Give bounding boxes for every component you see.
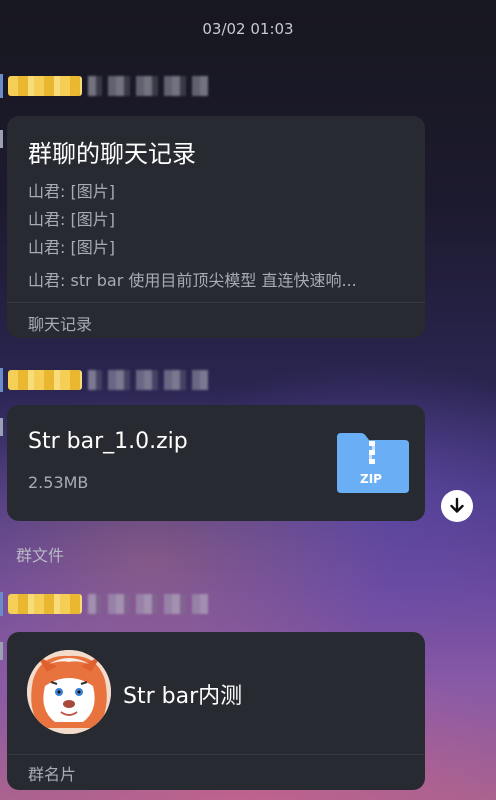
- avatar: [27, 650, 111, 734]
- file-name: Str bar_1.0.zip: [28, 429, 188, 454]
- contact-card[interactable]: Str bar内测 群名片: [7, 632, 425, 790]
- chat-history-line: 山君: [图片]: [28, 238, 115, 257]
- sender-row[interactable]: [0, 366, 220, 394]
- sender-row[interactable]: [0, 590, 220, 618]
- contact-card-footer: 群名片: [28, 765, 77, 784]
- message-edge-marker: [0, 592, 3, 616]
- chat-history-card[interactable]: 群聊的聊天记录 山君: [图片] 山君: [图片] 山君: [图片] 山君: s…: [7, 116, 425, 338]
- card-divider: [7, 754, 425, 755]
- zip-icon-text: ZIP: [360, 472, 382, 486]
- chat-timestamp: 03/02 01:03: [202, 20, 294, 38]
- sender-name-blurred: [88, 370, 208, 390]
- download-button[interactable]: [441, 490, 473, 522]
- sender-title-badge: [8, 594, 82, 614]
- sender-title-badge: [8, 370, 82, 390]
- message-edge-marker: [0, 368, 3, 392]
- file-size: 2.53MB: [28, 473, 89, 492]
- sender-name-blurred: [88, 76, 208, 96]
- message-edge-marker: [0, 130, 3, 148]
- message-edge-marker: [0, 74, 3, 98]
- sender-title-badge: [8, 76, 82, 96]
- card-divider: [7, 302, 425, 303]
- message-edge-marker: [0, 418, 3, 436]
- zip-folder-icon: ZIP: [333, 429, 411, 495]
- chat-history-line: 山君: [图片]: [28, 182, 115, 201]
- sender-name-blurred: [88, 594, 208, 614]
- message-edge-marker: [0, 642, 3, 660]
- chat-history-footer: 聊天记录: [28, 315, 93, 334]
- file-message-card[interactable]: Str bar_1.0.zip 2.53MB ZIP: [7, 405, 425, 521]
- group-file-caption: 群文件: [16, 546, 65, 565]
- download-arrow-icon: [450, 497, 464, 513]
- chat-history-title: 群聊的聊天记录: [28, 140, 196, 168]
- sender-row[interactable]: [0, 72, 220, 100]
- contact-name: Str bar内测: [123, 684, 243, 709]
- chat-history-line: 山君: [图片]: [28, 210, 115, 229]
- chat-history-line: 山君: str bar 使用目前顶尖模型 直连快速响...: [28, 271, 357, 290]
